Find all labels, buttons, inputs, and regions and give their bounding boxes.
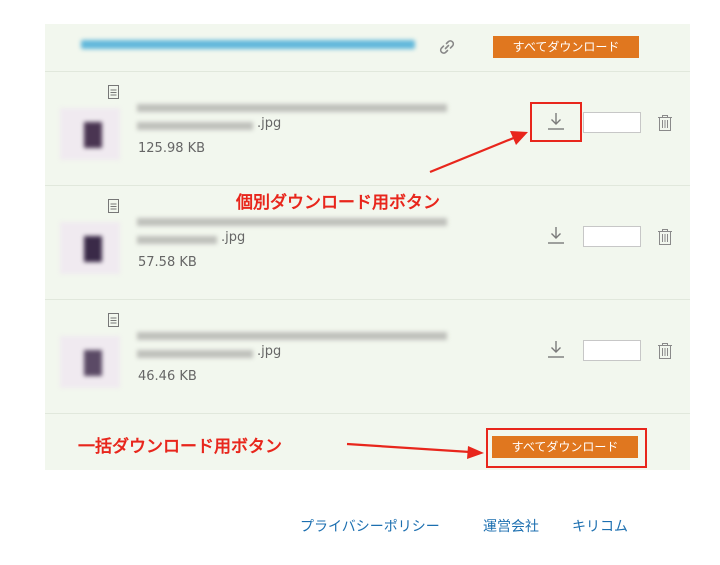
footer-link-privacy[interactable]: プライバシーポリシー (300, 516, 440, 536)
annotation-arrows (346, 131, 528, 459)
bulk-download-annotation: 一括ダウンロード用ボタン (78, 437, 282, 457)
individual-download-annotation: 個別ダウンロード用ボタン (236, 193, 440, 213)
footer-link-company[interactable]: 運営会社 (483, 516, 539, 536)
footer-link-kiricom[interactable]: キリコム (572, 516, 628, 536)
